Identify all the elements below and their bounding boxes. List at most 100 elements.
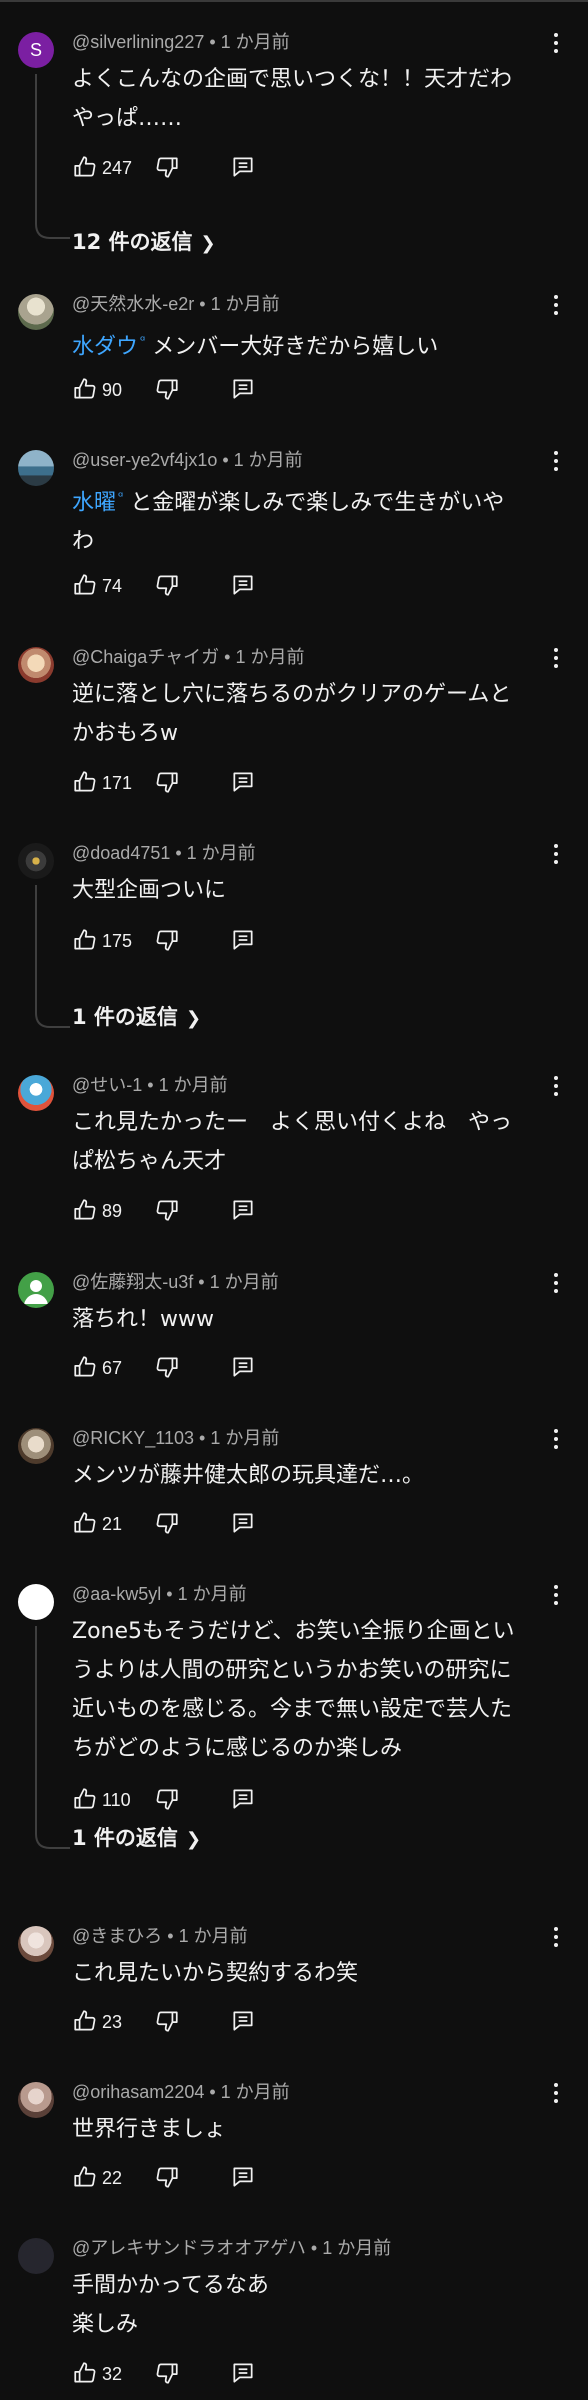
comment-meta: @orihasam2204 • 1 か月前 — [72, 2082, 290, 2102]
reply-icon[interactable] — [230, 1786, 256, 1812]
like-icon[interactable] — [72, 572, 98, 598]
dislike-icon[interactable] — [154, 1786, 180, 1812]
dislike-icon[interactable] — [154, 2164, 180, 2190]
avatar[interactable] — [18, 1584, 54, 1620]
reply-icon[interactable] — [230, 376, 256, 402]
hashtag-link[interactable]: 水曜 — [72, 490, 116, 515]
comment-meta: @silverlining227 • 1 か月前 — [72, 32, 290, 52]
comment-author[interactable]: @silverlining227 — [72, 32, 204, 52]
more-options-icon[interactable] — [546, 292, 566, 318]
reply-icon[interactable] — [230, 1510, 256, 1536]
more-options-icon[interactable] — [546, 1924, 566, 1950]
like-icon[interactable] — [72, 2360, 98, 2386]
comment-text: 世界行きましょ — [72, 2110, 542, 2149]
reply-icon[interactable] — [230, 1354, 256, 1380]
comment-author[interactable]: @user-ye2vf4jx1o — [72, 450, 217, 470]
avatar[interactable] — [18, 647, 54, 683]
more-options-icon[interactable] — [546, 645, 566, 671]
more-options-icon[interactable] — [546, 448, 566, 474]
comment-author[interactable]: @きまひろ — [72, 1926, 162, 1946]
comment-time: 1 か月前 — [177, 1584, 247, 1604]
like-icon[interactable] — [72, 1786, 98, 1812]
more-options-icon[interactable] — [546, 30, 566, 56]
avatar[interactable] — [18, 2238, 54, 2274]
avatar[interactable] — [18, 1428, 54, 1464]
comment-line: 水曜 ᵅ と金曜が楽しみで楽しみで生きがいや — [72, 478, 542, 522]
dislike-icon[interactable] — [154, 927, 180, 953]
avatar[interactable] — [18, 2082, 54, 2118]
like-icon[interactable] — [72, 1197, 98, 1223]
view-replies-button[interactable]: 12 件の返信 ❯ — [72, 226, 216, 256]
comment-author[interactable]: @aa-kw5yl — [72, 1584, 161, 1604]
dislike-icon[interactable] — [154, 1354, 180, 1380]
comment-author[interactable]: @Chaigaチャイガ — [72, 647, 219, 667]
more-options-icon[interactable] — [546, 1270, 566, 1296]
like-count: 90 — [102, 380, 123, 400]
avatar[interactable] — [18, 1272, 54, 1308]
dislike-icon[interactable] — [154, 769, 180, 795]
like-icon[interactable] — [72, 2164, 98, 2190]
reply-icon[interactable] — [230, 572, 256, 598]
like-icon[interactable] — [72, 154, 98, 180]
like-icon[interactable] — [72, 769, 98, 795]
comment-item: @天然水水-e2r • 1 か月前 水ダウ ᵅ メンバー大好きだから嬉しい 90 — [0, 280, 588, 430]
comment-text: 落ちれ！www — [72, 1300, 542, 1339]
comment-line: 楽しみ — [72, 2312, 139, 2337]
reply-icon[interactable] — [230, 154, 256, 180]
dislike-icon[interactable] — [154, 154, 180, 180]
comment-line: 手間かかってるなあ — [72, 2273, 269, 2298]
like-icon[interactable] — [72, 376, 98, 402]
dislike-icon[interactable] — [154, 2360, 180, 2386]
comment-line-text: メンバー大好きだから嬉しい — [152, 334, 439, 360]
comment-author[interactable]: @佐藤翔太-u3f — [72, 1272, 193, 1292]
more-options-icon[interactable] — [546, 2080, 566, 2106]
avatar[interactable] — [18, 294, 54, 330]
comment-time: 1 か月前 — [210, 1428, 280, 1448]
more-options-icon[interactable] — [546, 1426, 566, 1452]
link-icon: ᵅ — [118, 490, 124, 505]
comment-line: うよりは人間の研究というかお笑いの研究に — [72, 1658, 512, 1683]
like-icon[interactable] — [72, 1510, 98, 1536]
more-options-icon[interactable] — [546, 1073, 566, 1099]
avatar[interactable] — [18, 1075, 54, 1111]
comment-time: 1 か月前 — [186, 843, 256, 863]
hashtag-link[interactable]: 水ダウ — [72, 334, 138, 359]
comment-line: ぱ松ちゃん天才 — [72, 1149, 227, 1174]
more-options-icon[interactable] — [546, 841, 566, 867]
comment-author[interactable]: @アレキサンドラオオアゲハ — [72, 2238, 306, 2258]
more-options-icon[interactable] — [546, 1582, 566, 1608]
comment-author[interactable]: @天然水水-e2r — [72, 294, 194, 314]
like-icon[interactable] — [72, 927, 98, 953]
comment-item: S @silverlining227 • 1 か月前 よくこんなの企画で思いつく… — [0, 18, 588, 268]
like-count: 89 — [102, 1201, 123, 1221]
comment-time: 1 か月前 — [220, 32, 290, 52]
dislike-icon[interactable] — [154, 376, 180, 402]
avatar[interactable]: S — [18, 32, 54, 68]
dislike-icon[interactable] — [154, 1197, 180, 1223]
view-replies-button[interactable]: 1 件の返信 ❯ — [72, 1822, 201, 1852]
avatar[interactable] — [18, 450, 54, 486]
comment-author[interactable]: @doad4751 — [72, 843, 170, 863]
dislike-icon[interactable] — [154, 2008, 180, 2034]
reply-icon[interactable] — [230, 927, 256, 953]
like-icon[interactable] — [72, 2008, 98, 2034]
dislike-icon[interactable] — [154, 1510, 180, 1536]
comment-author[interactable]: @orihasam2204 — [72, 2082, 204, 2102]
comment-author[interactable]: @せい-1 — [72, 1075, 142, 1095]
view-replies-button[interactable]: 1 件の返信 ❯ — [72, 1001, 201, 1031]
reply-icon[interactable] — [230, 1197, 256, 1223]
reply-icon[interactable] — [230, 2008, 256, 2034]
dislike-icon[interactable] — [154, 572, 180, 598]
link-icon: ᵅ — [140, 334, 146, 349]
like-count: 21 — [102, 1514, 123, 1534]
like-icon[interactable] — [72, 1354, 98, 1380]
comment-author[interactable]: @RICKY_1103 — [72, 1428, 194, 1448]
reply-icon[interactable] — [230, 769, 256, 795]
like-count: 74 — [102, 576, 123, 596]
reply-icon[interactable] — [230, 2360, 256, 2386]
comment-line: メンツが藤井健太郎の玩具達だ…。 — [72, 1463, 425, 1488]
avatar[interactable] — [18, 843, 54, 879]
reply-icon[interactable] — [230, 2164, 256, 2190]
avatar[interactable] — [18, 1926, 54, 1962]
reply-thread-line — [35, 885, 70, 1028]
